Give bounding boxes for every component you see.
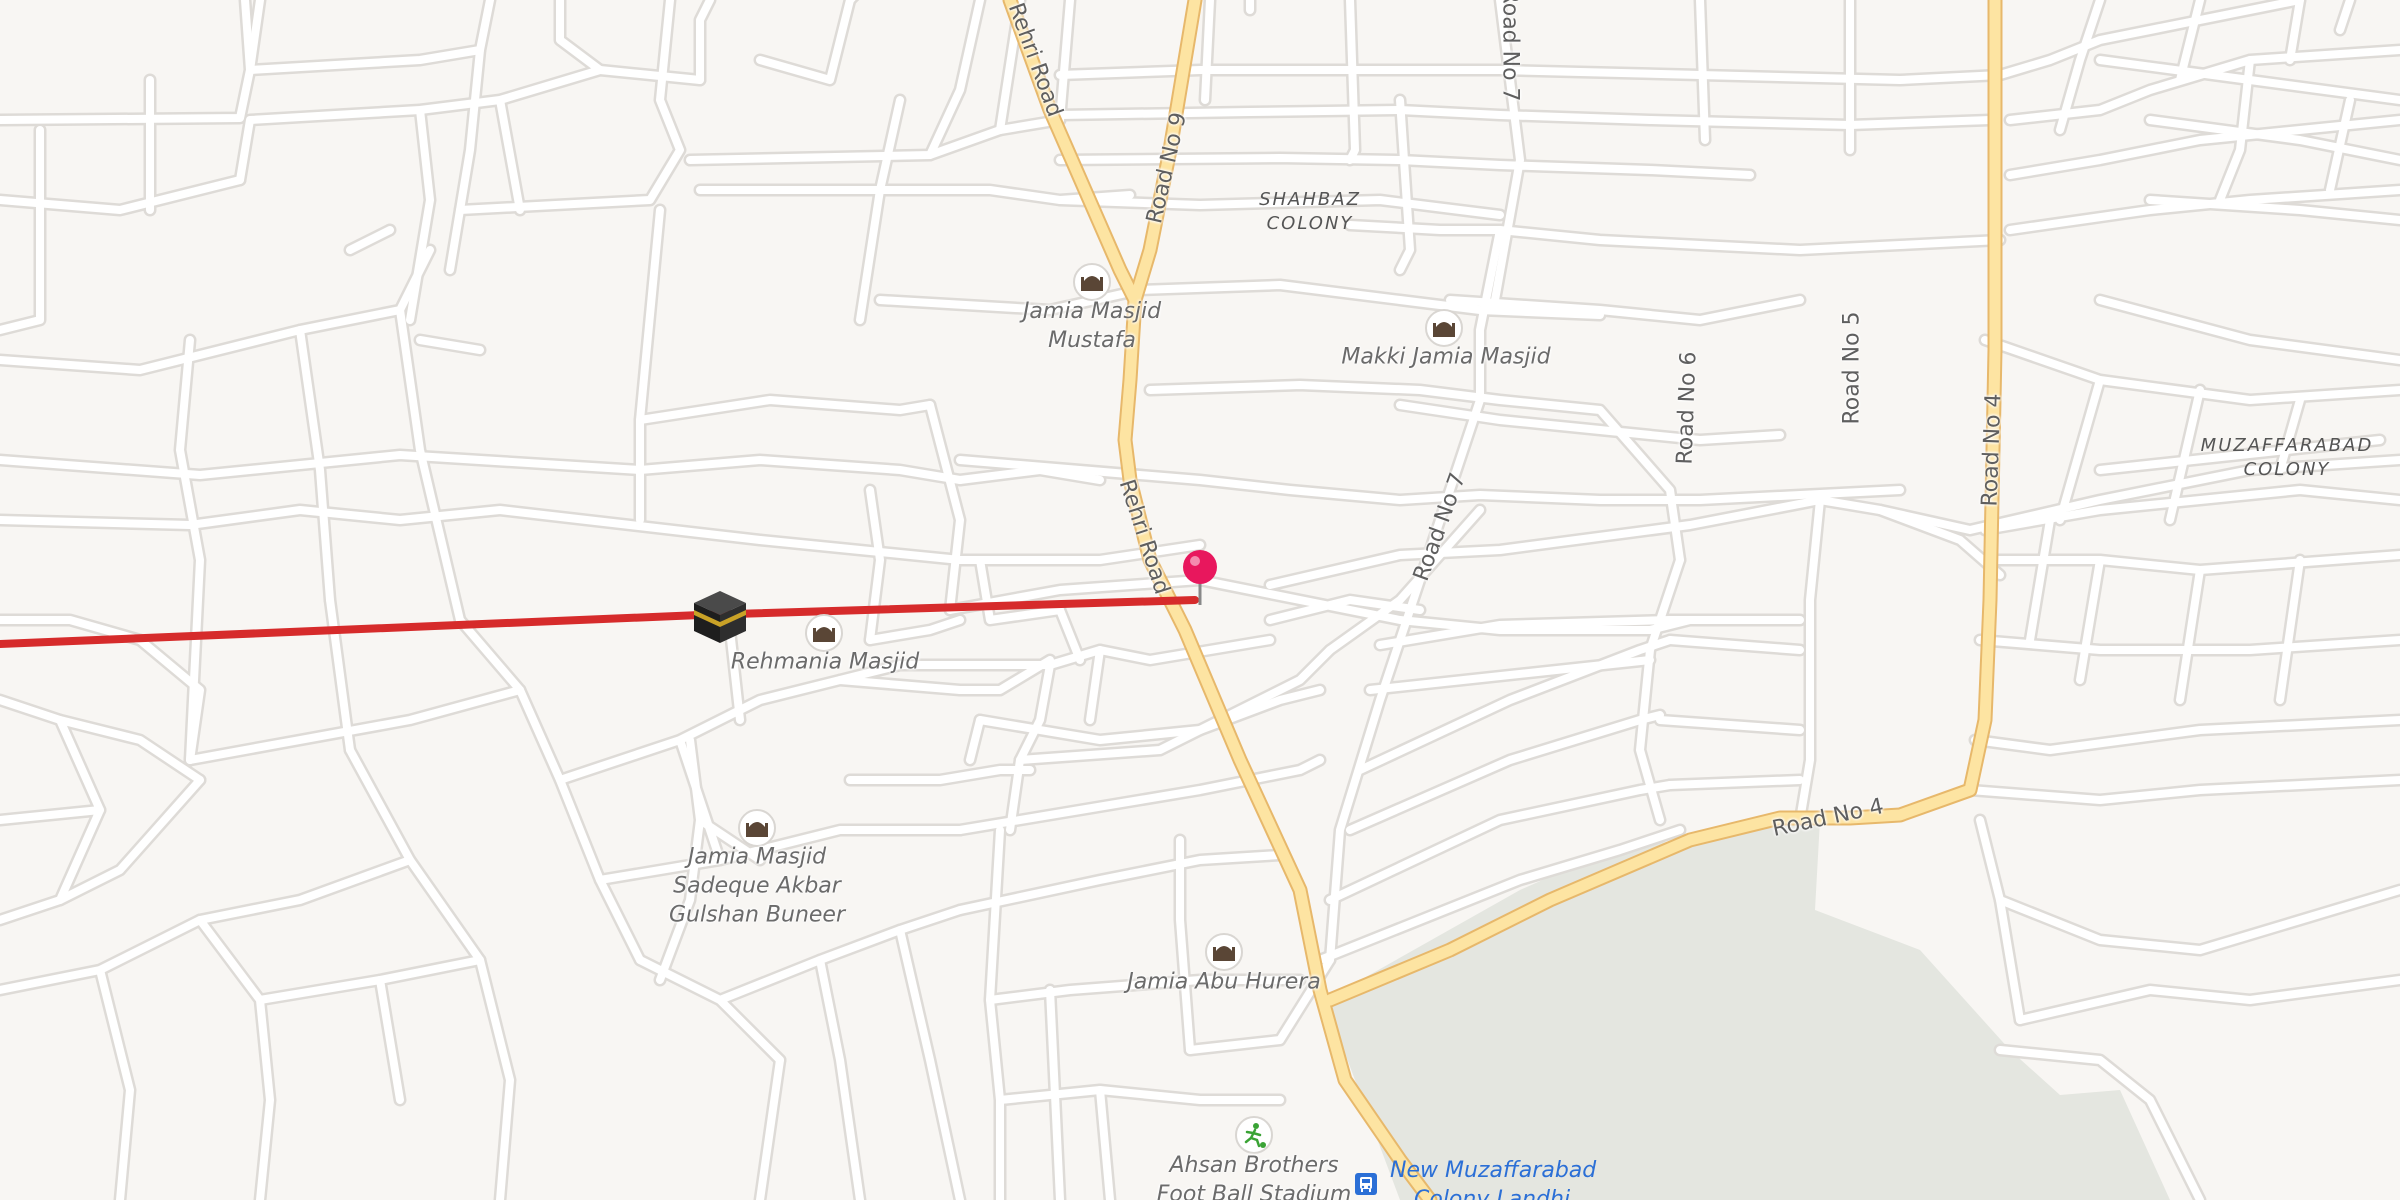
minor-road	[856, 96, 904, 324]
minor-road	[1201, 0, 1214, 104]
minor-road	[416, 336, 484, 354]
soccer-icon[interactable]	[1235, 1116, 1273, 1154]
poi-label-ahsan-brothers-stadium[interactable]: Ahsan Brothers Foot Ball Stadium	[1157, 1151, 1352, 1200]
poi-label-jamia-masjid-mustafa[interactable]: Jamia Masjid Mustafa	[1023, 297, 1161, 355]
poi-label-jamia-abu-hurera[interactable]: Jamia Abu Hurera	[1127, 968, 1321, 997]
minor-road-casing	[553, 673, 967, 787]
map-view[interactable]: SHAHBAZ COLONY MUZAFFARABAD COLONY Rehri R…	[0, 0, 2400, 1200]
minor-road	[0, 0, 254, 124]
minor-road-casing	[0, 0, 257, 127]
poi-label-rehmania-masjid[interactable]: Rehmania Masjid	[731, 648, 919, 677]
minor-road	[1346, 0, 1359, 164]
minor-road	[2016, 976, 2400, 1024]
transit-label-new-muzaffarabad[interactable]: New Muzaffarabad Colony Landhi	[1390, 1156, 1596, 1200]
minor-road	[1971, 716, 2400, 754]
minor-road	[1996, 886, 2400, 954]
minor-road	[756, 1056, 784, 1200]
mosque-icon[interactable]	[738, 809, 776, 847]
minor-road	[2096, 296, 2400, 364]
poi-label-makki-jamia-masjid[interactable]: Makki Jamia Masjid	[1341, 343, 1550, 372]
kaaba-icon	[694, 591, 746, 643]
minor-road	[0, 806, 104, 824]
minor-road	[896, 926, 964, 1200]
minor-road-casing	[0, 123, 47, 337]
mosque-icon[interactable]	[1205, 933, 1243, 971]
minor-road	[1666, 636, 1804, 654]
road-label-road-no-5: Road No 5	[1839, 311, 1865, 425]
area-label-muzaffarabad-colony: MUZAFFARABAD COLONY	[2200, 435, 2374, 480]
minor-road	[966, 716, 984, 764]
minor-road	[256, 956, 484, 1004]
area-label-shahbaz-colony: SHAHBAZ COLONY	[1259, 189, 1361, 234]
minor-road	[446, 46, 484, 274]
minor-road	[1656, 716, 1804, 734]
minor-road	[2026, 516, 2054, 644]
poi-label-jamia-masjid-sadeque-akbar[interactable]: Jamia Masjid Sadeque Akbar Gulshan Buneer	[669, 843, 845, 930]
minor-road	[1696, 0, 1709, 144]
minor-road	[2176, 566, 2204, 704]
minor-road	[2336, 0, 2354, 34]
minor-road	[1096, 1086, 1114, 1200]
minor-road	[926, 0, 984, 159]
map-canvas[interactable]	[0, 0, 2400, 1200]
minor-road	[1046, 986, 1064, 1200]
minor-road	[2076, 556, 2104, 684]
minor-road	[1086, 646, 1104, 724]
mosque-icon[interactable]	[805, 614, 843, 652]
road-label-road-no-6: Road No 6	[1672, 351, 1702, 465]
minor-road	[2276, 556, 2304, 704]
minor-road	[0, 246, 434, 374]
minor-road	[496, 96, 524, 214]
minor-road	[1976, 816, 2024, 1024]
minor-road	[456, 616, 524, 694]
minor-road	[816, 956, 864, 1200]
minor-road	[346, 746, 484, 964]
bus-stop-icon[interactable]	[1355, 1173, 1377, 1195]
road-label-road-no-4: Road No 4	[1977, 393, 2007, 507]
road-label-road-no-7: Road No 7	[1497, 0, 1523, 102]
mosque-icon[interactable]	[1073, 263, 1111, 301]
minor-road	[1666, 776, 1804, 789]
mosque-icon[interactable]	[1425, 309, 1463, 347]
minor-road	[926, 401, 964, 614]
minor-road	[516, 686, 644, 964]
minor-road	[376, 976, 404, 1104]
minor-road	[196, 856, 414, 924]
